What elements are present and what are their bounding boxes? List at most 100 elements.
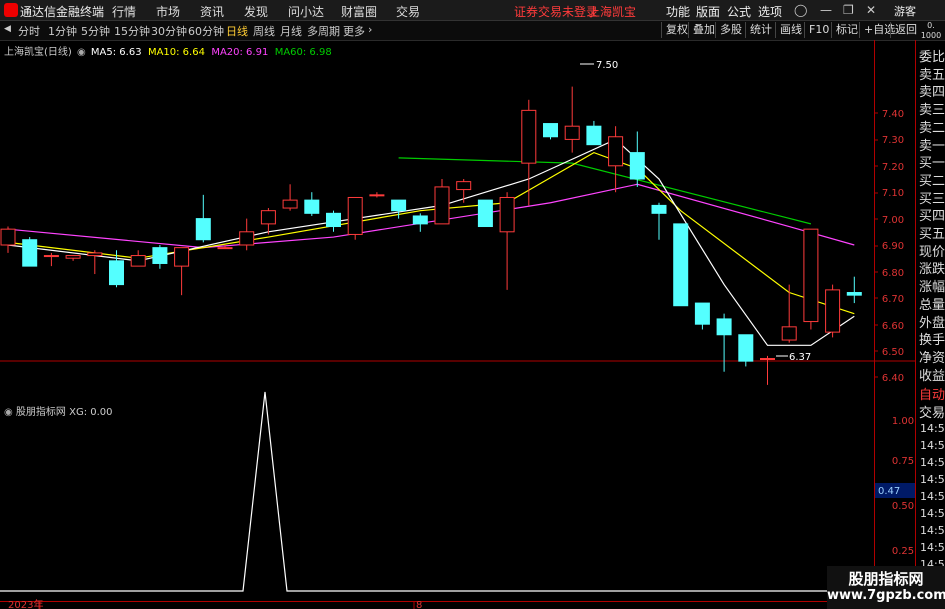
candle-up [564, 125, 580, 140]
watermark-line2: www.7gpzb.com [827, 588, 945, 603]
menu-faxian[interactable]: 发现 [244, 3, 268, 20]
candle-up [347, 196, 363, 235]
period-multi[interactable]: 多周期 [307, 23, 340, 39]
trade-login-alert[interactable]: 证券交易未登录 [514, 3, 598, 20]
candle-down [738, 334, 754, 362]
menu-xuanxiang[interactable]: 选项 [758, 3, 782, 20]
menu-banmian[interactable]: 版面 [696, 3, 720, 20]
candle-down [326, 212, 341, 228]
period-weekly[interactable]: 周线 [253, 23, 275, 39]
candle-down [304, 199, 320, 214]
candle-down [846, 292, 862, 296]
candle-up [239, 231, 255, 246]
tick-time: 14:5 [920, 541, 945, 554]
user-icon[interactable]: ◯ [794, 3, 807, 17]
tick-time: 14:5 [920, 456, 945, 469]
price-tick: 7.40 [882, 109, 904, 120]
btn-duogu[interactable]: 多股 [715, 22, 746, 38]
menu-jiaoyi[interactable]: 交易 [396, 3, 420, 20]
btn-tongji[interactable]: 统计 [745, 22, 776, 38]
menu-gongshi[interactable]: 公式 [727, 3, 751, 20]
minimize-icon[interactable]: — [820, 3, 832, 17]
moving-average-lines [7, 138, 855, 346]
candle-up [130, 255, 146, 267]
indicator-tick: 1.00 [892, 416, 914, 427]
period-60min[interactable]: 60分钟 [188, 23, 224, 39]
candle-up [282, 199, 298, 209]
menu-zixun[interactable]: 资讯 [200, 3, 224, 20]
quote-label: 外盘 [919, 315, 945, 331]
indicator-dropdown-icon[interactable]: ◉ [4, 407, 13, 418]
guest-label[interactable]: 游客 [894, 3, 916, 19]
trade-label[interactable]: 交易 [919, 402, 945, 421]
chart-title: 上海凯宝(日线) [4, 47, 72, 58]
btn-f10[interactable]: F10 [804, 22, 833, 38]
xg-value: XG: 0.00 [69, 407, 113, 418]
quote-label: 买三 [919, 191, 945, 207]
low-price-label: 6.37 [789, 352, 811, 363]
back-icon[interactable]: ◀ [4, 24, 11, 34]
price-tick: 7.00 [882, 215, 904, 226]
ma20-line [7, 183, 855, 249]
candle-down [391, 199, 407, 212]
indicator-info-line: ◉ 股朋指标网 XG: 0.00 [4, 403, 113, 418]
period-5min[interactable]: 5分钟 [81, 23, 110, 39]
auto-trade-label[interactable]: 自动 [919, 384, 945, 403]
candle-down [195, 218, 211, 241]
indicator-tick: 0.75 [892, 456, 914, 467]
menu-wenxiaoda[interactable]: 问小达 [288, 3, 324, 20]
high-price-label: 7.50 [596, 60, 618, 71]
tick-time: 14:5 [920, 524, 945, 537]
candle-up [760, 358, 775, 361]
quote-label: 卖二 [919, 120, 945, 136]
indicator-title: 股朋指标网 [15, 407, 66, 418]
tick-time: 14:5 [920, 490, 945, 503]
candle-up [369, 194, 385, 197]
price-axis: 7.40 7.30 7.20 7.10 7.00 6.90 6.80 6.70 … [882, 109, 904, 384]
close-icon[interactable]: ✕ [866, 3, 876, 17]
period-1min[interactable]: 1分钟 [48, 23, 77, 39]
indicator-tick: 0.25 [892, 546, 914, 557]
period-more[interactable]: 更多 [343, 23, 365, 39]
quote-label: 卖三 [919, 103, 945, 119]
title-bar: 通达信金融终端 行情 市场 资讯 发现 问小达 财富圈 交易 证券交易未登录 上… [0, 0, 945, 21]
candle-up [803, 228, 819, 323]
period-30min[interactable]: 30分钟 [151, 23, 187, 39]
btn-huaxian[interactable]: 画线 [775, 22, 806, 38]
kline-chart[interactable]: 7.50 6.37 7.40 7.30 7.20 7.10 7.00 6.90 … [0, 40, 945, 609]
candle-up [434, 186, 450, 225]
ma5-line [7, 138, 855, 346]
candle-up [174, 247, 190, 267]
menu-shichang[interactable]: 市场 [156, 3, 180, 20]
price-tick: 6.40 [882, 373, 904, 384]
period-15min[interactable]: 15分钟 [114, 23, 150, 39]
btn-biaoji[interactable]: 标记 [831, 22, 862, 38]
candle-up [521, 109, 537, 164]
price-tick: 7.10 [882, 188, 904, 199]
xg-signal-line [0, 391, 874, 592]
menu-gongneng[interactable]: 功能 [666, 3, 690, 20]
settings-dropdown-icon[interactable]: ◉ [77, 47, 86, 58]
menu-caifuquan[interactable]: 财富圈 [341, 3, 377, 20]
quote-label: 涨跌 [919, 262, 945, 278]
period-fenshi[interactable]: 分时 [18, 23, 40, 39]
candle-down [477, 199, 493, 228]
menu-hangqing[interactable]: 行情 [112, 3, 136, 20]
candle-down [412, 215, 428, 225]
candle-up [456, 181, 472, 191]
quote-label: 买一 [919, 156, 945, 172]
corner-indicator: 0. 1000 [917, 21, 945, 41]
period-monthly[interactable]: 月线 [280, 23, 302, 39]
quote-label: 净资 [919, 350, 945, 366]
more-chevron-icon[interactable]: › [368, 23, 372, 36]
restore-icon[interactable]: ❐ [843, 3, 854, 17]
price-tick: 6.80 [882, 268, 904, 279]
candle-up [65, 255, 81, 259]
period-daily[interactable]: 日线 [226, 23, 248, 39]
tick-time: 14:5 [920, 473, 945, 486]
candle-up [87, 252, 103, 257]
quote-label: 卖五 [919, 67, 945, 83]
app-logo-icon [4, 3, 18, 17]
price-tick: 7.20 [882, 162, 904, 173]
quote-label: 涨幅 [919, 280, 945, 296]
